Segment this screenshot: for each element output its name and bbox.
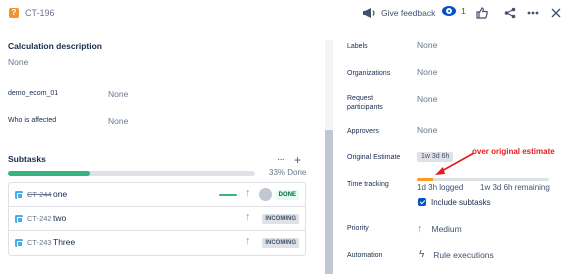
demo-ecom-value[interactable]: None (108, 89, 128, 99)
lightning-bolt-icon: ϟ (419, 249, 425, 260)
avatar[interactable] (259, 188, 272, 201)
labels-label: Labels (347, 43, 368, 50)
status-badge[interactable]: DONE (275, 190, 299, 200)
priority-label: Priority (347, 225, 369, 232)
approvers-label: Approvers (347, 128, 379, 135)
priority-value[interactable]: ↑ Medium (417, 223, 462, 235)
include-subtasks-checkbox[interactable] (418, 198, 426, 206)
subtask-row[interactable]: CT-243 Three ↑ INCOMING (9, 231, 305, 255)
issue-header: ? CT-196 Give feedback 1 (0, 0, 563, 28)
subtask-type-icon (15, 191, 23, 199)
subtask-key[interactable]: CT-243 (27, 238, 52, 247)
subtask-done-indicator (219, 194, 237, 196)
demo-ecom-label: demo_ecom_01 (8, 90, 59, 97)
approvers-value[interactable]: None (417, 125, 437, 135)
organizations-value[interactable]: None (417, 67, 437, 77)
time-remaining-text: 1w 3d 6h remaining (480, 183, 550, 192)
priority-medium-icon: ↑ (245, 235, 251, 247)
labels-value[interactable]: None (417, 40, 437, 50)
subtask-type-icon (15, 215, 23, 223)
who-is-affected-value[interactable]: None (108, 116, 128, 126)
who-is-affected-label: Who is affected (8, 117, 57, 124)
share-icon[interactable] (502, 5, 518, 21)
organizations-label: Organizations (347, 70, 391, 77)
subtasks-heading: Subtasks (8, 154, 46, 164)
status-badge[interactable]: INCOMING (262, 238, 299, 248)
subtask-key[interactable]: CT-244 (27, 190, 52, 199)
subtasks-more-button[interactable]: ··· (277, 154, 285, 165)
priority-medium-icon: ↑ (417, 223, 423, 235)
subtask-summary[interactable]: one (53, 189, 67, 199)
give-feedback-label: Give feedback (381, 8, 436, 18)
question-icon: ? (9, 8, 19, 18)
issue-main-pane: Calculation description None demo_ecom_0… (0, 28, 323, 274)
subtasks-progress-text: 33% Done (269, 168, 307, 177)
subtasks-progress-fill (8, 171, 90, 176)
subtask-list: CT-244 one ↑ DONE CT-242 two ↑ INCOMING … (8, 182, 306, 256)
megaphone-icon (363, 8, 375, 18)
priority-value-text: Medium (431, 224, 462, 234)
issue-key[interactable]: CT-196 (25, 8, 55, 18)
subtask-row[interactable]: CT-242 two ↑ INCOMING (9, 207, 305, 231)
add-subtask-button[interactable]: + (294, 154, 301, 166)
subtasks-progress-bar (8, 171, 255, 176)
watch-button[interactable]: 1 (442, 6, 466, 16)
request-participants-value[interactable]: None (417, 94, 437, 104)
priority-medium-icon: ↑ (245, 211, 251, 223)
subtask-summary[interactable]: two (53, 213, 66, 223)
calculation-description-heading: Calculation description (8, 41, 102, 51)
subtask-type-icon (15, 239, 23, 247)
subtask-summary[interactable]: Three (53, 237, 75, 247)
priority-medium-icon: ↑ (245, 187, 251, 199)
request-participants-label: Request participants (347, 95, 383, 111)
thumbs-up-icon[interactable] (474, 5, 490, 21)
give-feedback-button[interactable]: Give feedback (362, 7, 435, 19)
automation-value-text: Rule executions (433, 249, 494, 260)
issue-breadcrumb[interactable]: ? CT-196 (9, 8, 55, 18)
close-icon[interactable] (548, 5, 563, 21)
status-badge[interactable]: INCOMING (262, 214, 299, 224)
time-logged-text: 1d 3h logged (417, 183, 464, 192)
include-subtasks-label[interactable]: Include subtasks (431, 198, 491, 207)
automation-value[interactable]: ϟ Rule executions (419, 249, 494, 260)
scrollbar-thumb[interactable] (325, 130, 333, 274)
watch-count: 1 (461, 6, 466, 16)
subtask-row[interactable]: CT-244 one ↑ DONE (9, 183, 305, 207)
original-estimate-label: Original Estimate (347, 154, 401, 161)
calculation-description-value[interactable]: None (8, 57, 28, 67)
eye-icon (442, 6, 456, 16)
subtask-key[interactable]: CT-242 (27, 214, 52, 223)
automation-label: Automation (347, 252, 383, 259)
time-tracking-label: Time tracking (347, 181, 389, 188)
more-icon[interactable] (525, 5, 541, 21)
main-pane-scrollbar[interactable] (325, 40, 333, 274)
annotation-text: over original estimate (472, 147, 555, 156)
subtasks-actions: ··· + (277, 154, 301, 166)
